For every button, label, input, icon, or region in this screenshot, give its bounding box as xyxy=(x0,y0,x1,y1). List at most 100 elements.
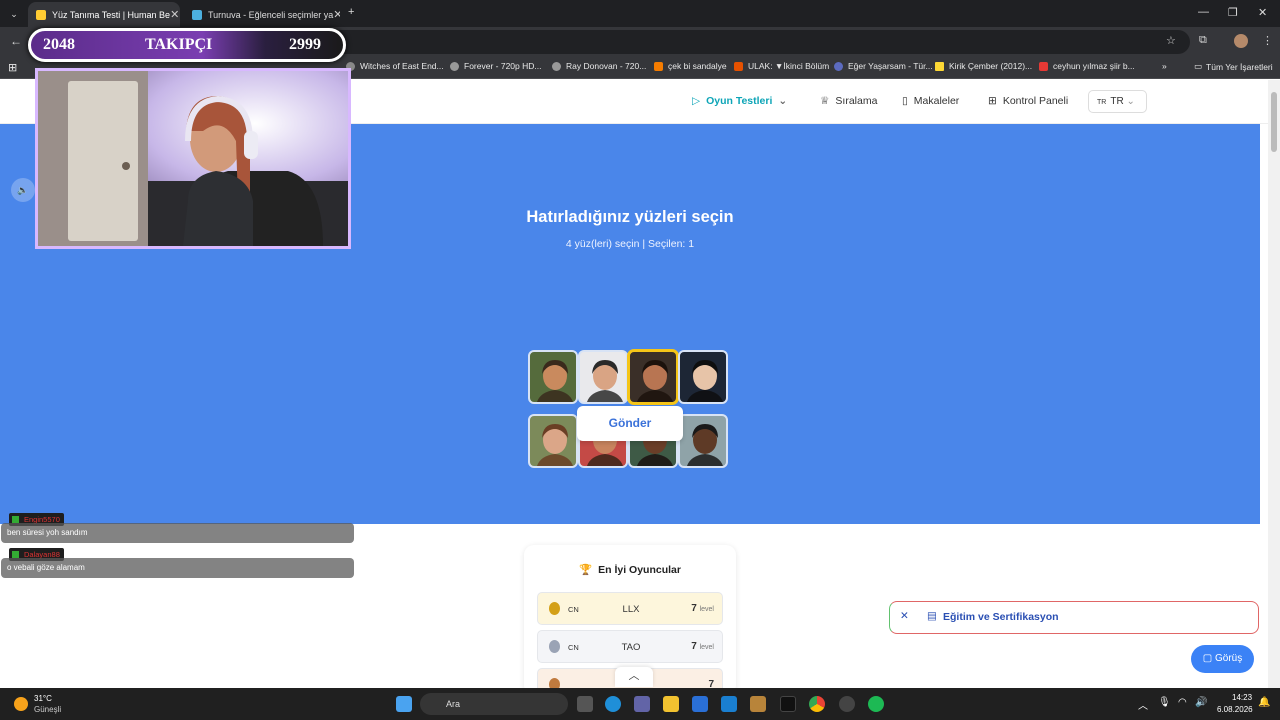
nav-ranking[interactable]: ♕ Sıralama xyxy=(820,95,877,107)
player-level: 7 xyxy=(708,679,714,688)
edge-icon[interactable] xyxy=(605,696,621,712)
bookmark-item[interactable]: ceyhun yılmaz şiir b... xyxy=(1039,61,1135,71)
tab-title: Yüz Tanıma Testi | Human Be xyxy=(52,9,171,20)
face-portrait xyxy=(537,424,573,466)
chat-icon: ▢ xyxy=(1202,653,1215,664)
store-icon[interactable] xyxy=(692,696,708,712)
taskbar-search[interactable]: Ara xyxy=(420,693,568,715)
photos-icon[interactable] xyxy=(721,696,737,712)
clock-time[interactable]: 14:23 xyxy=(1232,693,1252,702)
media-player-icon[interactable] xyxy=(750,696,766,712)
follower-count-goal: 2999 xyxy=(289,36,321,53)
more-bookmarks-icon[interactable]: » xyxy=(1162,61,1167,71)
bookmark-star-icon[interactable]: ☆ xyxy=(1166,34,1176,47)
scroll-up-button[interactable]: ︿ xyxy=(615,667,653,687)
chevron-down-icon: ⌄ xyxy=(778,95,788,107)
chrome-icon[interactable] xyxy=(809,696,825,712)
spotify-icon[interactable] xyxy=(868,696,884,712)
bookmark-item[interactable]: Ray Donovan - 720... xyxy=(552,61,646,71)
nav-label: Oyun Testleri xyxy=(706,95,773,107)
webcam-feed-image xyxy=(38,71,348,246)
file-explorer-icon[interactable] xyxy=(663,696,679,712)
minimize-icon[interactable]: — xyxy=(1198,6,1209,18)
webcam-overlay xyxy=(35,68,351,249)
tab-favicon xyxy=(192,9,202,20)
play-icon: ▷ xyxy=(692,95,701,107)
tab-tournament[interactable]: Turnuva - Eğlenceli seçimler ya ✕ xyxy=(184,2,340,27)
bookmark-item[interactable]: çek bi sandalye xyxy=(654,61,727,71)
feedback-button[interactable]: ▢ Görüş xyxy=(1191,645,1254,673)
nav-dashboard[interactable]: ⊞ Kontrol Paneli xyxy=(988,95,1068,107)
nav-game-tests[interactable]: ▷ Oyun Testleri ⌄ xyxy=(692,95,787,107)
close-window-icon[interactable]: ✕ xyxy=(1258,6,1267,19)
task-view-icon[interactable] xyxy=(577,696,593,712)
tab-bar: ⌄ Yüz Tanıma Testi | Human Be ✕ Turnuva … xyxy=(0,0,1280,27)
nav-articles[interactable]: ▯ Makaleler xyxy=(902,95,959,107)
taskbar: 31°C Güneşli Ara ︿ 🎙 ◠ 🔊 14:23 6.08.2026… xyxy=(0,688,1280,720)
leaderboard-row: CN LLX 7 level xyxy=(537,592,723,625)
obs-icon[interactable] xyxy=(839,696,855,712)
page-scrollbar[interactable] xyxy=(1268,80,1280,688)
extensions-icon[interactable]: ⧉ xyxy=(1199,34,1207,47)
search-label: Ara xyxy=(446,699,461,709)
trophy-icon: ♕ xyxy=(820,95,830,107)
windows-start-icon[interactable] xyxy=(396,696,412,712)
face-option[interactable] xyxy=(678,414,728,468)
close-icon[interactable]: ✕ xyxy=(900,610,909,622)
chat-message: ben süresi yoh sandım xyxy=(1,523,354,543)
certification-label: Eğitim ve Sertifikasyon xyxy=(943,611,1059,623)
teams-icon[interactable] xyxy=(634,696,650,712)
language-select[interactable]: TR TR ⌄ xyxy=(1088,90,1147,113)
wifi-icon[interactable]: ◠ xyxy=(1178,697,1187,708)
submit-button[interactable]: Gönder xyxy=(577,406,683,441)
scrollbar-thumb[interactable] xyxy=(1271,92,1277,152)
weather-temp: 31°C xyxy=(34,694,52,703)
flag-icon: TR xyxy=(1097,99,1107,106)
tray-chevron-icon[interactable]: ︿ xyxy=(1138,697,1148,712)
bookmark-item[interactable]: Forever - 720p HD... xyxy=(450,61,541,71)
leaderboard-row: CN TAO 7 level xyxy=(537,630,723,663)
address-bar[interactable]: e-recognitio xyxy=(205,30,1190,54)
clock-date[interactable]: 6.08.2026 xyxy=(1217,705,1253,714)
new-tab-button[interactable]: + xyxy=(348,6,354,18)
face-option[interactable] xyxy=(578,350,628,404)
bookmark-item[interactable]: Witches of East End... xyxy=(346,61,444,71)
tab-search-button[interactable]: ⌄ xyxy=(4,2,24,27)
close-tab-icon[interactable]: ✕ xyxy=(333,8,340,21)
face-option[interactable] xyxy=(678,350,728,404)
all-bookmarks-folder[interactable]: ▭ Tüm Yer İşaretleri xyxy=(1194,61,1273,72)
follower-count-current: 2048 xyxy=(43,36,75,53)
menu-dots-icon[interactable]: ⋮ xyxy=(1262,34,1273,47)
language-code: TR xyxy=(1110,96,1124,107)
face-option[interactable] xyxy=(628,350,678,404)
volume-icon[interactable]: 🔊 xyxy=(1195,697,1207,708)
profile-avatar[interactable] xyxy=(1234,34,1248,48)
weather-sun-icon[interactable] xyxy=(14,697,28,711)
restore-icon[interactable]: ❐ xyxy=(1228,6,1238,19)
tab-face-test[interactable]: Yüz Tanıma Testi | Human Be ✕ xyxy=(28,2,180,27)
microphone-icon[interactable]: 🎙 xyxy=(1158,697,1171,708)
player-level: 7 level xyxy=(691,603,714,614)
face-portrait xyxy=(637,360,673,402)
face-option[interactable] xyxy=(528,414,578,468)
tiktok-icon[interactable] xyxy=(780,696,796,712)
certificate-icon: ▤ xyxy=(927,610,937,622)
medal-icon xyxy=(549,678,560,688)
nav-label: Makaleler xyxy=(913,95,960,107)
face-option[interactable] xyxy=(528,350,578,404)
notification-icon[interactable]: 🔔 xyxy=(1258,697,1270,708)
bookmark-item[interactable]: Eğer Yaşarsam - Tür... xyxy=(834,61,933,71)
tab-title: Turnuva - Eğlenceli seçimler ya xyxy=(208,9,334,20)
follower-goal-overlay: 2048 TAKIPÇI 2999 xyxy=(28,28,346,62)
close-tab-icon[interactable]: ✕ xyxy=(170,8,179,21)
face-portrait xyxy=(537,360,573,402)
bookmark-item[interactable]: Kirik Çember (2012)... xyxy=(935,61,1032,71)
book-icon: ▯ xyxy=(902,95,908,107)
bookmark-item[interactable]: ULAK: ▼İkinci Bölüm xyxy=(734,61,829,71)
apps-grid-icon[interactable]: ⊞ xyxy=(8,61,17,74)
face-portrait xyxy=(687,424,723,466)
certification-banner[interactable]: ✕ ▤ Eğitim ve Sertifikasyon xyxy=(889,601,1259,634)
grid-icon: ⊞ xyxy=(988,95,997,107)
sound-icon[interactable]: 🔈 xyxy=(11,178,35,202)
back-arrow-icon[interactable]: ← xyxy=(10,34,22,48)
